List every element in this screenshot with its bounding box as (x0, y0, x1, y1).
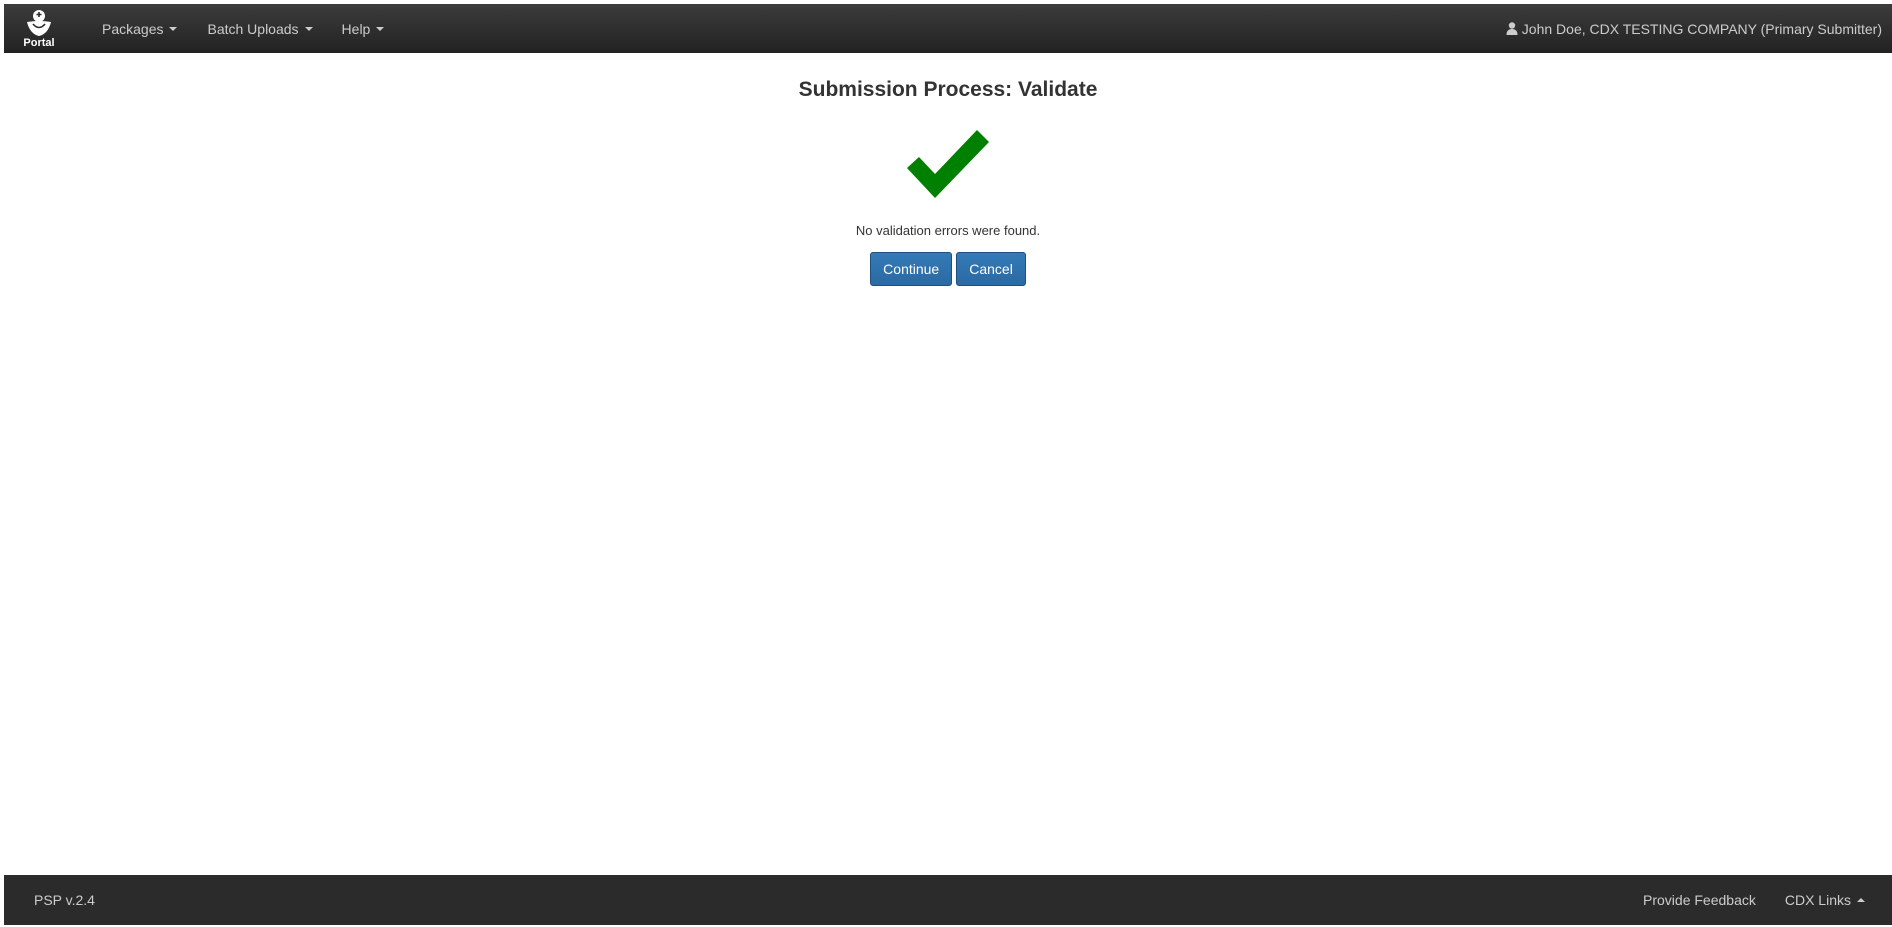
validation-status (4, 130, 1892, 202)
user-account-menu[interactable]: John Doe, CDX TESTING COMPANY (Primary S… (1506, 21, 1882, 37)
provide-feedback-link[interactable]: Provide Feedback (1643, 892, 1756, 908)
nav-menu-batch-uploads[interactable]: Batch Uploads (207, 4, 313, 53)
user-icon (1506, 22, 1518, 35)
caret-up-icon (1857, 898, 1865, 902)
nav-menu-help[interactable]: Help (342, 4, 385, 53)
footer-bar: PSP v.2.4 Provide Feedback CDX Links (4, 875, 1892, 925)
continue-button[interactable]: Continue (870, 252, 953, 286)
cdx-links-label: CDX Links (1784, 892, 1851, 908)
user-account-label: John Doe, CDX TESTING COMPANY (Primary S… (1521, 20, 1882, 37)
cdx-links-menu[interactable]: CDX Links (1785, 892, 1865, 908)
validation-message: No validation errors were found. (855, 223, 1041, 238)
caret-down-icon (304, 26, 313, 31)
top-navbar: Portal Packages Batch Uploads Help John … (4, 4, 1892, 53)
app-version: PSP v.2.4 (34, 892, 95, 908)
portal-logo[interactable]: Portal (4, 4, 74, 53)
nav-menu-packages-label: Packages (102, 20, 164, 37)
nav-menu-help-label: Help (341, 20, 371, 37)
page-title: Submission Process: Validate (798, 78, 1098, 101)
checkmark-icon (907, 130, 989, 198)
portal-logo-label: Portal (23, 36, 55, 49)
action-buttons: Continue Cancel (4, 252, 1892, 286)
main-content: Submission Process: Validate No validati… (4, 53, 1892, 286)
portal-logo-icon (27, 9, 51, 36)
app-frame: Portal Packages Batch Uploads Help John … (0, 0, 1892, 927)
cancel-button[interactable]: Cancel (956, 252, 1026, 286)
nav-menu-packages[interactable]: Packages (102, 4, 178, 53)
caret-down-icon (169, 26, 178, 31)
caret-down-icon (376, 26, 385, 31)
nav-menu-batch-uploads-label: Batch Uploads (207, 20, 299, 37)
